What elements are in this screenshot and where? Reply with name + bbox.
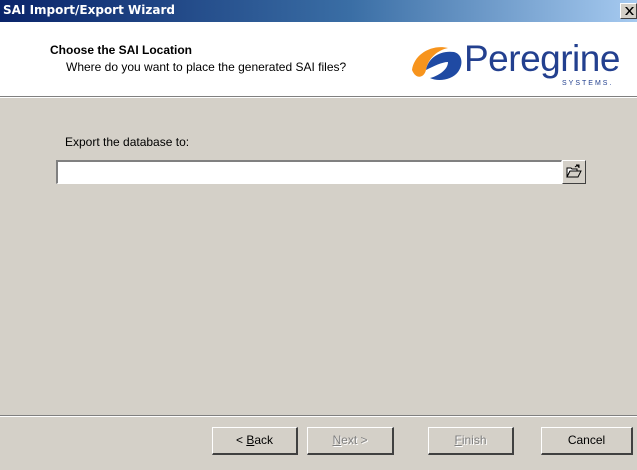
finish-button-mnemonic: F (454, 433, 462, 447)
page-title: Choose the SAI Location (50, 43, 193, 57)
page-subtitle: Where do you want to place the generated… (66, 60, 347, 74)
logo-subtitle: SYSTEMS. (562, 80, 614, 87)
export-label: Export the database to: (65, 135, 190, 149)
back-button[interactable]: < Back (212, 427, 298, 455)
cancel-button[interactable]: Cancel (541, 427, 633, 455)
window-title: SAI Import/Export Wizard (3, 3, 175, 17)
header-divider-highlight (0, 97, 637, 98)
finish-button-label: inish (461, 433, 487, 447)
wizard-window: SAI Import/Export Wizard Choose the SAI … (0, 0, 637, 470)
back-button-label: ack (254, 433, 274, 447)
next-button-mnemonic: N (332, 433, 342, 447)
close-icon (625, 7, 634, 15)
logo-wordmark: Peregrine (464, 38, 620, 79)
title-bar[interactable]: SAI Import/Export Wizard (0, 0, 637, 22)
peregrine-logo-mark-icon (412, 47, 462, 80)
folder-open-icon (566, 164, 582, 178)
footer-divider-highlight (0, 416, 637, 417)
next-button-suffix: > (357, 433, 368, 447)
wizard-header: Choose the SAI Location Where do you wan… (0, 22, 637, 96)
back-button-prefix: < (235, 433, 247, 447)
export-path-input[interactable] (56, 160, 562, 184)
next-button[interactable]: Next > (307, 427, 394, 455)
finish-button[interactable]: Finish (428, 427, 514, 455)
cancel-button-label: Cancel (567, 433, 606, 447)
peregrine-logo: Peregrine SYSTEMS. (408, 36, 637, 96)
browse-button[interactable] (562, 160, 586, 184)
next-button-label: ext (341, 433, 358, 447)
close-button[interactable] (620, 3, 637, 19)
